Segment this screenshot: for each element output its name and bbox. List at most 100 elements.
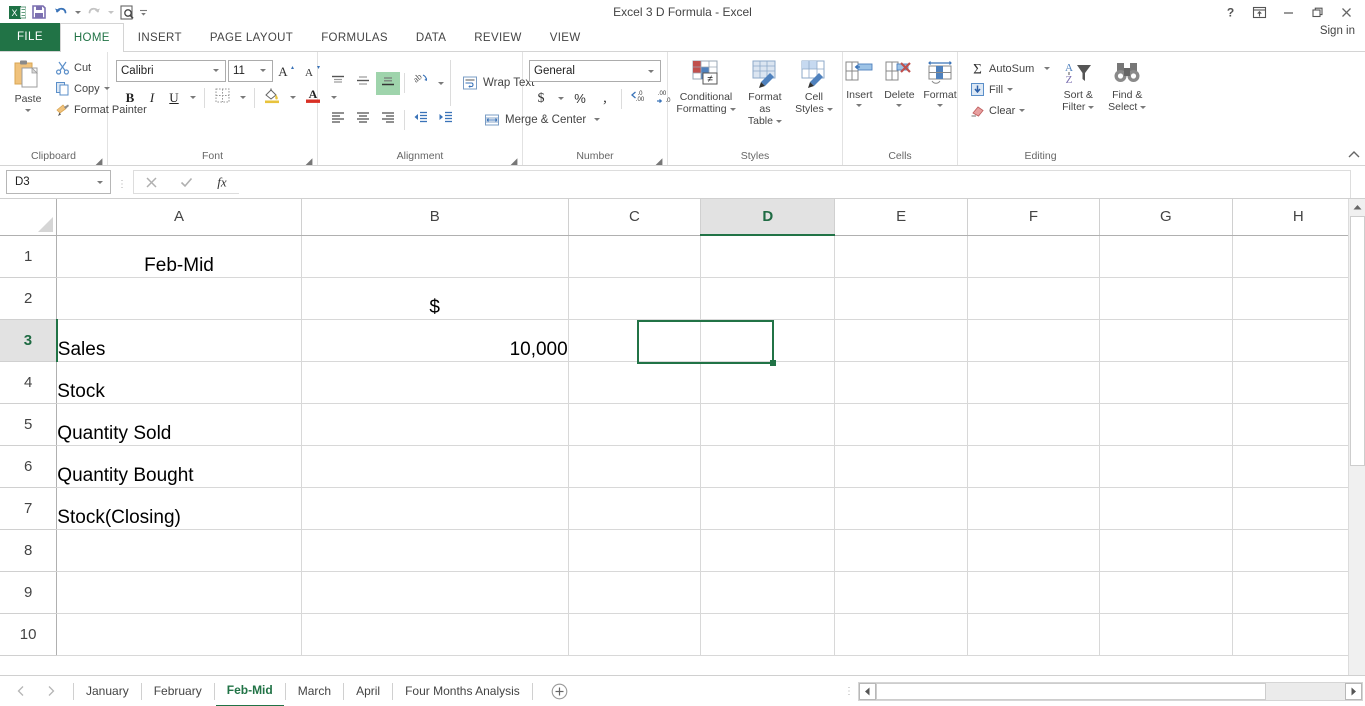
orientation-button[interactable]: ab xyxy=(409,72,433,95)
cell-E3[interactable] xyxy=(835,319,967,361)
center-button[interactable] xyxy=(351,108,375,131)
column-header-E[interactable]: E xyxy=(835,199,967,235)
row-header-6[interactable]: 6 xyxy=(0,445,57,487)
cell-F1[interactable] xyxy=(967,235,1099,277)
cell-C8[interactable] xyxy=(568,529,700,571)
tab-file[interactable]: FILE xyxy=(0,23,60,51)
cell-E1[interactable] xyxy=(835,235,967,277)
row-header-7[interactable]: 7 xyxy=(0,487,57,529)
cell-A9[interactable] xyxy=(57,571,301,613)
sheet-tab-four-months-analysis[interactable]: Four Months Analysis xyxy=(394,676,531,706)
cell-C4[interactable] xyxy=(568,361,700,403)
cell-H1[interactable] xyxy=(1232,235,1364,277)
borders-button[interactable] xyxy=(210,86,234,109)
cell-H4[interactable] xyxy=(1232,361,1364,403)
cell-D1[interactable] xyxy=(701,235,835,277)
fill-dropdown-icon[interactable] xyxy=(1007,88,1013,91)
cell-F9[interactable] xyxy=(967,571,1099,613)
tab-view[interactable]: VIEW xyxy=(536,23,595,51)
cell-A2[interactable] xyxy=(57,277,301,319)
insert-cells-button[interactable]: Insert xyxy=(839,57,879,109)
clipboard-dialog-launcher[interactable]: ◢ xyxy=(94,154,104,164)
paste-dropdown-icon[interactable] xyxy=(25,109,31,112)
cell-G4[interactable] xyxy=(1100,361,1232,403)
conditional-formatting-button[interactable]: ≠ Conditional Formatting xyxy=(673,57,739,117)
cell-D4[interactable] xyxy=(701,361,835,403)
sheet-tab-feb-mid[interactable]: Feb-Mid xyxy=(216,676,284,706)
cell-B3[interactable]: 10,000 xyxy=(301,319,568,361)
autosum-dropdown-icon[interactable] xyxy=(1044,67,1050,70)
cell-G3[interactable] xyxy=(1100,319,1232,361)
cell-A8[interactable] xyxy=(57,529,301,571)
insert-function-icon[interactable]: fx xyxy=(204,171,239,194)
previous-sheet-icon[interactable] xyxy=(14,681,28,701)
cell-B2[interactable]: $ xyxy=(301,277,568,319)
cell-F4[interactable] xyxy=(967,361,1099,403)
cell-F7[interactable] xyxy=(967,487,1099,529)
cell-H2[interactable] xyxy=(1232,277,1364,319)
increase-decimal-button[interactable]: .0.00 xyxy=(626,87,650,110)
cell-B9[interactable] xyxy=(301,571,568,613)
cell-D2[interactable] xyxy=(701,277,835,319)
cell-H7[interactable] xyxy=(1232,487,1364,529)
cell-G2[interactable] xyxy=(1100,277,1232,319)
sheet-tab-march[interactable]: March xyxy=(287,676,342,706)
customize-qat-icon[interactable] xyxy=(138,2,149,23)
orientation-dropdown-icon[interactable] xyxy=(434,72,447,95)
print-preview-icon[interactable] xyxy=(116,2,138,23)
bottom-align-button[interactable] xyxy=(376,72,400,95)
alignment-dialog-launcher[interactable]: ◢ xyxy=(509,154,519,164)
cell-D10[interactable] xyxy=(701,613,835,655)
cell-E6[interactable] xyxy=(835,445,967,487)
font-size-dropdown-icon[interactable] xyxy=(256,69,270,72)
cell-styles-dropdown-icon[interactable] xyxy=(827,108,833,111)
name-box-dropdown-icon[interactable] xyxy=(92,181,108,184)
conditional-formatting-dropdown-icon[interactable] xyxy=(730,108,736,111)
cell-H5[interactable] xyxy=(1232,403,1364,445)
cell-G9[interactable] xyxy=(1100,571,1232,613)
decrease-indent-button[interactable] xyxy=(409,108,433,131)
cell-B6[interactable] xyxy=(301,445,568,487)
row-header-3[interactable]: 3 xyxy=(0,319,57,361)
row-header-9[interactable]: 9 xyxy=(0,571,57,613)
cell-G7[interactable] xyxy=(1100,487,1232,529)
cell-D8[interactable] xyxy=(701,529,835,571)
minimize-icon[interactable] xyxy=(1274,1,1303,23)
format-as-table-dropdown-icon[interactable] xyxy=(776,120,782,123)
cell-F3[interactable] xyxy=(967,319,1099,361)
excel-logo-icon[interactable]: X xyxy=(6,2,28,23)
redo-dropdown-icon[interactable] xyxy=(105,2,116,23)
cancel-icon[interactable] xyxy=(134,171,169,194)
row-header-8[interactable]: 8 xyxy=(0,529,57,571)
number-dialog-launcher[interactable]: ◢ xyxy=(654,154,664,164)
row-header-2[interactable]: 2 xyxy=(0,277,57,319)
enter-icon[interactable] xyxy=(169,171,204,194)
row-header-10[interactable]: 10 xyxy=(0,613,57,655)
cell-E9[interactable] xyxy=(835,571,967,613)
cell-A6[interactable]: Quantity Bought xyxy=(57,445,301,487)
cell-B8[interactable] xyxy=(301,529,568,571)
cell-F6[interactable] xyxy=(967,445,1099,487)
format-cells-dropdown-icon[interactable] xyxy=(937,104,943,107)
cell-styles-button[interactable]: Cell Styles xyxy=(791,57,837,117)
horizontal-scroll-thumb[interactable] xyxy=(876,683,1266,700)
cell-C2[interactable] xyxy=(568,277,700,319)
close-icon[interactable] xyxy=(1332,1,1361,23)
cell-E8[interactable] xyxy=(835,529,967,571)
paste-button[interactable]: Paste xyxy=(5,56,51,114)
cell-G5[interactable] xyxy=(1100,403,1232,445)
percent-format-button[interactable]: % xyxy=(568,87,592,110)
undo-icon[interactable] xyxy=(50,2,72,23)
cell-G10[interactable] xyxy=(1100,613,1232,655)
horizontal-scroll-track[interactable] xyxy=(876,683,1345,700)
tab-formulas[interactable]: FORMULAS xyxy=(307,23,402,51)
font-size-combo[interactable]: 11 xyxy=(228,60,273,82)
cell-D9[interactable] xyxy=(701,571,835,613)
fill-color-button[interactable] xyxy=(260,86,284,109)
clear-button[interactable]: Clear xyxy=(966,100,1054,121)
cell-A4[interactable]: Stock xyxy=(57,361,301,403)
increase-indent-button[interactable] xyxy=(434,108,458,131)
sheet-tab-april[interactable]: April xyxy=(345,676,391,706)
tab-home[interactable]: HOME xyxy=(60,23,124,52)
cell-G8[interactable] xyxy=(1100,529,1232,571)
